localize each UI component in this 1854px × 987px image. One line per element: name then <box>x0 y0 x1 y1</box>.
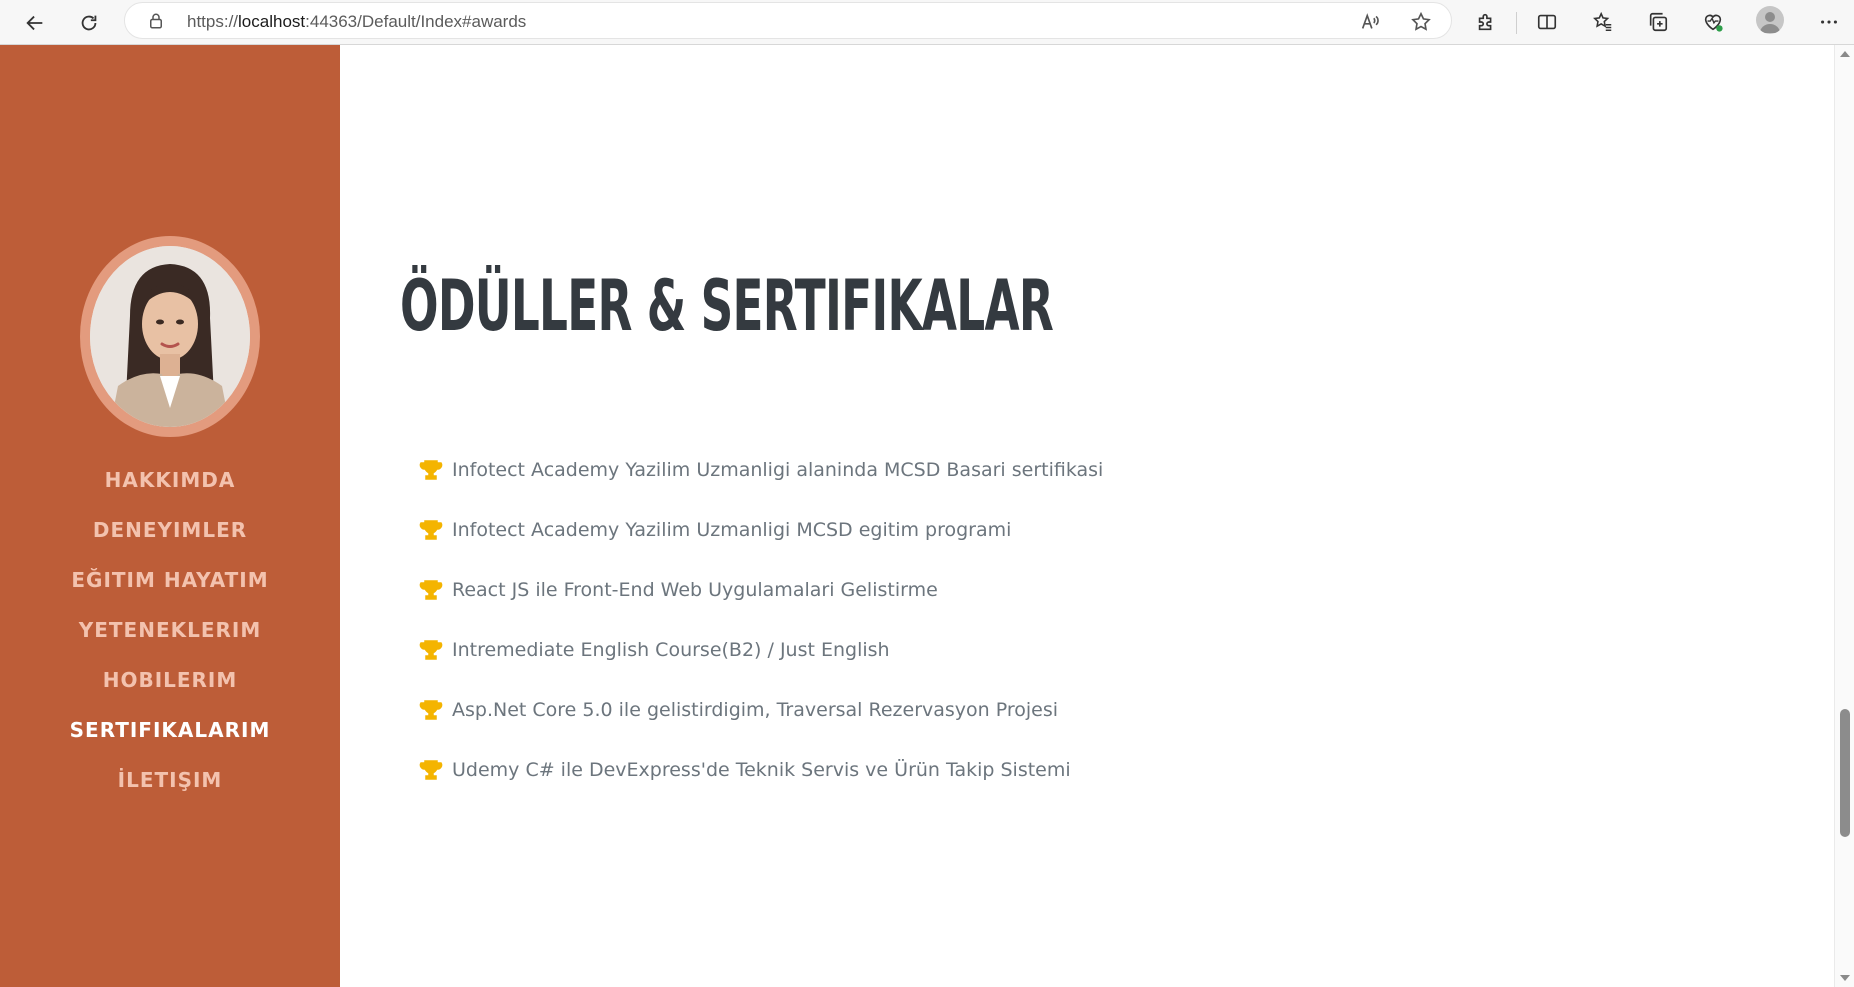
browser-essentials-button[interactable] <box>1700 9 1726 35</box>
back-arrow-icon <box>26 15 43 31</box>
sidebar-item-hobilerim[interactable]: HOBILERIM <box>0 655 340 705</box>
trophy-icon <box>419 760 443 780</box>
list-item: Infotect Academy Yazilim Uzmanligi MCSD … <box>418 500 1103 560</box>
award-text: Infotect Academy Yazilim Uzmanligi alani… <box>452 459 1104 481</box>
url-prefix: https:// <box>187 12 239 31</box>
award-text: React JS ile Front-End Web Uygulamalari … <box>452 579 938 601</box>
trophy-icon <box>419 580 443 600</box>
award-text: Asp.Net Core 5.0 ile gelistirdigim, Trav… <box>452 699 1059 721</box>
browser-toolbar: https://localhost:44363/Default/Index#aw… <box>0 0 1854 45</box>
puzzle-icon <box>1478 13 1492 31</box>
sidebar-nav: HAKKIMDA DENEYIMLER EĞITIM HAYATIM YETEN… <box>0 455 340 805</box>
collections-button[interactable] <box>1645 9 1671 35</box>
list-item: Udemy C# ile DevExpress'de Teknik Servis… <box>418 740 1103 800</box>
sidebar-item-sertifikalarim[interactable]: SERTIFIKALARIM <box>0 705 340 755</box>
scroll-up-arrow-icon[interactable] <box>1840 51 1850 57</box>
profile-portrait-illustration <box>90 246 250 427</box>
url-host: localhost <box>238 12 306 31</box>
read-aloud-icon[interactable] <box>1359 11 1381 33</box>
split-screen-button[interactable] <box>1534 9 1560 35</box>
address-bar[interactable]: https://localhost:44363/Default/Index#aw… <box>124 2 1452 39</box>
page-scrollbar[interactable] <box>1834 45 1854 987</box>
award-text: Udemy C# ile DevExpress'de Teknik Servis… <box>452 759 1071 781</box>
list-item: Infotect Academy Yazilim Uzmanligi alani… <box>418 440 1103 500</box>
favorite-star-icon[interactable] <box>1410 11 1432 33</box>
profile-photo <box>90 246 250 427</box>
split-screen-icon <box>1537 14 1557 30</box>
url-text: https://localhost:44363/Default/Index#aw… <box>187 12 526 32</box>
scrollbar-thumb[interactable] <box>1840 709 1850 837</box>
refresh-button[interactable] <box>72 6 106 40</box>
trophy-icon <box>419 640 443 660</box>
sidebar-item-egitim-hayatim[interactable]: EĞITIM HAYATIM <box>0 555 340 605</box>
award-text: Infotect Academy Yazilim Uzmanligi MCSD … <box>452 519 1012 541</box>
back-button[interactable] <box>18 6 52 40</box>
sidebar: HAKKIMDA DENEYIMLER EĞITIM HAYATIM YETEN… <box>0 45 340 987</box>
sidebar-item-hakkimda[interactable]: HAKKIMDA <box>0 455 340 505</box>
scroll-down-arrow-icon[interactable] <box>1840 975 1850 981</box>
sidebar-item-iletisim[interactable]: İLETIŞIM <box>0 755 340 805</box>
heart-pulse-icon <box>1704 14 1723 32</box>
sidebar-item-deneyimler[interactable]: DENEYIMLER <box>0 505 340 555</box>
sidebar-item-yeteneklerim[interactable]: YETENEKLERIM <box>0 605 340 655</box>
list-item: Asp.Net Core 5.0 ile gelistirdigim, Trav… <box>418 680 1103 740</box>
more-options-icon <box>1821 20 1837 24</box>
collections-icon <box>1649 12 1668 32</box>
person-icon <box>1760 12 1780 33</box>
favorites-button[interactable] <box>1590 9 1616 35</box>
profile-avatar[interactable] <box>1756 6 1784 34</box>
extensions-button[interactable] <box>1473 9 1499 35</box>
trophy-icon <box>419 700 443 720</box>
trophy-icon <box>419 520 443 540</box>
profile-picture-frame <box>80 236 260 437</box>
list-item: Intremediate English Course(B2) / Just E… <box>418 620 1103 680</box>
awards-section: ÖDÜLLER & SERTIFIKALAR Infotect Academy … <box>340 45 1834 987</box>
favorites-list-icon <box>1593 11 1612 32</box>
list-item: React JS ile Front-End Web Uygulamalari … <box>418 560 1103 620</box>
lock-icon <box>150 13 162 29</box>
award-text: Intremediate English Course(B2) / Just E… <box>452 639 890 661</box>
page-title: ÖDÜLLER & SERTIFIKALAR <box>400 265 1054 347</box>
awards-list: Infotect Academy Yazilim Uzmanligi alani… <box>418 440 1103 800</box>
toolbar-divider <box>1516 12 1517 34</box>
refresh-icon <box>81 15 97 31</box>
settings-more-button[interactable] <box>1816 9 1842 35</box>
url-path: :44363/Default/Index#awards <box>305 12 527 31</box>
trophy-icon <box>419 460 443 480</box>
